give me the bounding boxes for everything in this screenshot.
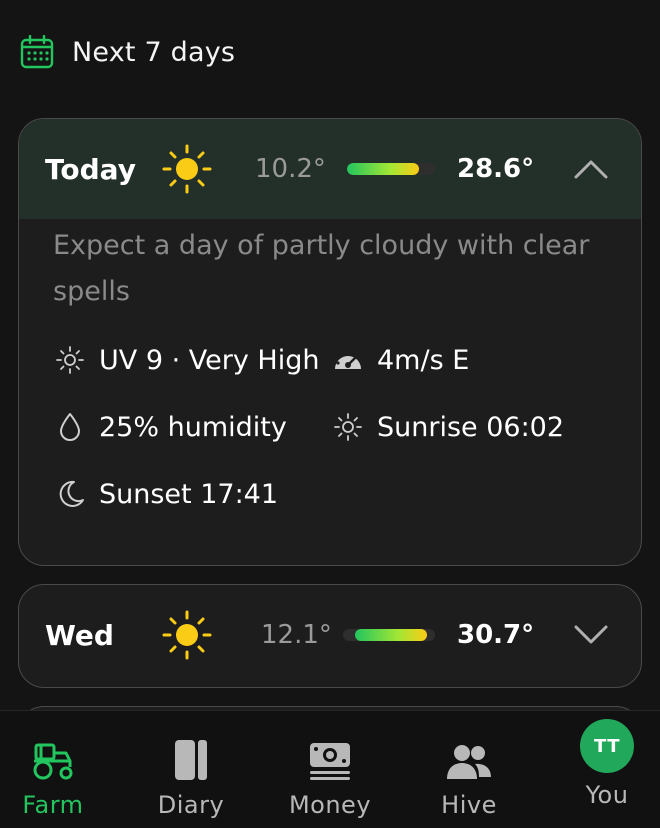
tractor-icon [30,723,76,781]
sunset-label: Sunset 17:41 [99,478,279,510]
nav-money[interactable]: Money [280,711,380,828]
temp-range-fill [347,163,419,175]
uv-label: UV 9 · Very High [99,344,320,376]
calendar-icon [20,35,54,69]
nav-diary[interactable]: Diary [146,711,236,828]
day-row-wed[interactable]: Wed 12.1° 30.7° [19,585,641,685]
sunrise: Sunrise 06:02 [331,410,564,444]
moon-icon [53,477,87,511]
avatar: TT [580,719,634,773]
humidity: 25% humidity [53,410,287,444]
nav-label: You [585,781,629,809]
day-row-today[interactable]: Today 10.2° 28.6° [19,119,641,219]
weather-screen: Next 7 days Today 10.2° 28.6° Expect a d… [0,0,660,828]
people-icon [445,723,493,781]
expand-chevron-icon[interactable] [571,615,611,655]
sun-outline-icon [53,343,87,377]
wind: 4m/s E [331,343,469,377]
nav-label: Money [288,791,372,819]
temp-range-bar [343,629,435,641]
day-name: Wed [45,618,114,652]
droplet-icon [53,410,87,444]
temp-max: 28.6° [457,154,535,184]
nav-label: Diary [157,791,225,819]
section-title: Next 7 days [72,36,236,68]
collapse-chevron-icon[interactable] [571,149,611,189]
day-name: Today [45,152,136,186]
nav-label: Hive [441,791,497,819]
nav-label: Farm [22,791,84,819]
temp-max: 30.7° [457,620,535,650]
temp-min: 10.2° [255,154,326,184]
temp-range-bar [347,163,435,175]
forecast-description: Expect a day of partly cloudy with clear… [53,230,590,307]
temp-range-fill [355,629,427,641]
diary-icon [174,723,208,781]
section-header: Next 7 days [20,30,235,74]
bottom-nav: Farm Diary Money Hive TT You [0,710,660,828]
gauge-icon [331,343,365,377]
humidity-label: 25% humidity [99,411,287,443]
avatar-wrap: TT [580,719,634,773]
nav-farm[interactable]: Farm [8,711,98,828]
sunrise-icon [331,410,365,444]
day-card-today[interactable]: Today 10.2° 28.6° Expect a day of partly… [18,118,642,566]
sun-icon [161,609,213,661]
sun-icon [161,143,213,195]
day-card-wed[interactable]: Wed 12.1° 30.7° [18,584,642,688]
nav-hive[interactable]: Hive [424,711,514,828]
money-icon [306,723,354,781]
temp-min: 12.1° [261,620,332,650]
nav-you[interactable]: TT You [562,711,652,828]
wind-label: 4m/s E [377,344,470,376]
sunrise-label: Sunrise 06:02 [377,411,565,443]
sunset: Sunset 17:41 [53,477,278,511]
uv-index: UV 9 · Very High [53,343,319,377]
